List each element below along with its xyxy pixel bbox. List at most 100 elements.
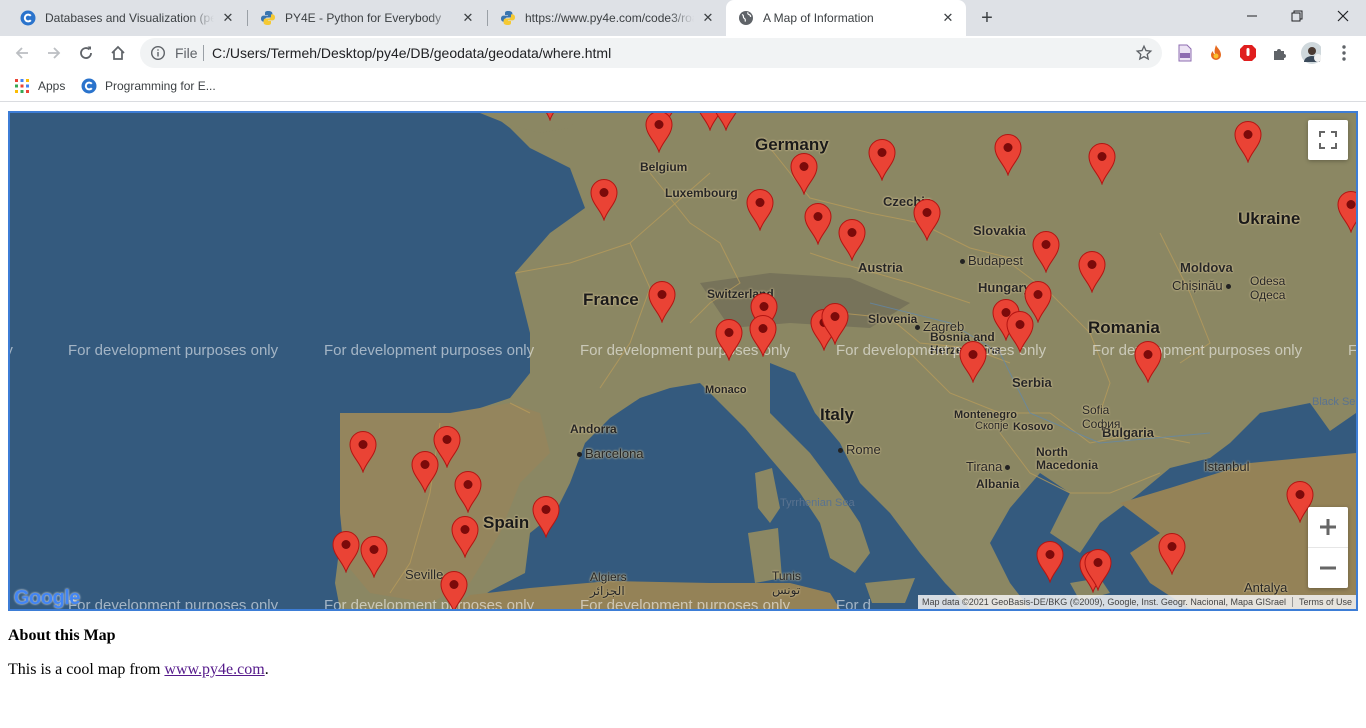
map-marker[interactable] [868,139,896,182]
fire-extension-icon[interactable] [1206,43,1226,63]
map-marker[interactable] [1032,231,1060,274]
fullscreen-button[interactable] [1308,120,1348,160]
close-icon[interactable]: ✕ [460,10,476,26]
map-marker[interactable] [1337,191,1356,234]
map-marker[interactable] [1234,121,1262,164]
label-tunis: Tunis تونس [772,569,801,597]
map-marker[interactable] [712,113,740,132]
zoom-in-button[interactable] [1308,508,1348,548]
label-rome: Rome [838,442,881,457]
close-icon[interactable]: ✕ [940,10,956,26]
close-icon[interactable]: ✕ [700,10,716,26]
google-logo[interactable]: Google [14,587,80,609]
map-marker[interactable] [451,516,479,559]
url-text[interactable]: C:/Users/Termeh/Desktop/py4e/DB/geodata/… [212,45,611,61]
bookmark-apps[interactable]: Apps [14,76,65,96]
map-marker[interactable] [360,536,388,579]
info-icon[interactable] [150,45,166,61]
close-window-icon[interactable] [1320,0,1366,32]
map-marker[interactable] [838,219,866,262]
puzzle-extensions-icon[interactable] [1270,43,1290,63]
map-marker[interactable] [590,179,618,222]
restore-icon[interactable] [1274,0,1320,32]
tab-py4e[interactable]: PY4E - Python for Everybody ✕ [248,0,486,36]
map-canvas[interactable]: Germany Ukraine France Italy Spain Roman… [8,111,1358,611]
label-belgium: Belgium [640,160,688,174]
tab-strip: Databases and Visualization (pee ✕ PY4E … [0,0,1366,36]
tab-roadmap[interactable]: https://www.py4e.com/code3/roa ✕ [488,0,726,36]
map-marker[interactable] [1084,549,1112,592]
minus-icon [1320,566,1336,569]
minimize-icon[interactable] [1229,0,1275,32]
terms-link[interactable]: Terms of Use [1299,597,1352,607]
map-marker[interactable] [749,315,777,358]
pdf-extension-icon[interactable] [1175,43,1195,63]
map-marker[interactable] [1006,311,1034,354]
divider [203,45,204,61]
map-marker[interactable] [532,496,560,539]
toolbar: File C:/Users/Termeh/Desktop/py4e/DB/geo… [0,36,1366,70]
bookmark-programming[interactable]: Programming for E... [81,76,216,96]
map-marker[interactable] [536,113,564,122]
map-marker[interactable] [1158,533,1186,576]
map-marker[interactable] [959,341,987,384]
label-serbia: Serbia [1012,375,1052,390]
map-marker[interactable] [440,571,468,609]
map-marker[interactable] [821,303,849,346]
map-marker[interactable] [411,451,439,494]
map-marker[interactable] [648,281,676,324]
map-marker[interactable] [454,471,482,514]
bookmark-label: Programming for E... [105,79,216,93]
label-algiers: Algiers الجزائر [590,570,627,598]
bookmark-star-icon[interactable] [1134,43,1154,63]
forward-icon[interactable] [40,39,68,67]
map-marker[interactable] [804,203,832,246]
label-slovenia: Slovenia [868,312,918,326]
avatar[interactable] [1301,42,1321,64]
python-icon [500,10,516,26]
label-luxembourg: Luxembourg [665,186,738,200]
close-icon[interactable]: ✕ [220,10,236,26]
label-barcelona: Barcelona [577,446,644,461]
map-marker[interactable] [913,199,941,242]
label-austria: Austria [858,260,903,275]
map-marker[interactable] [790,153,818,196]
label-tirana: Tirana [966,459,1013,474]
map-marker[interactable] [645,113,673,154]
menu-kebab-icon[interactable] [1334,43,1354,63]
py4e-link[interactable]: www.py4e.com [164,661,264,678]
new-tab-button[interactable]: + [975,6,999,30]
map-marker[interactable] [994,134,1022,177]
map-marker[interactable] [1134,341,1162,384]
map-marker[interactable] [1078,251,1106,294]
tab-databases[interactable]: Databases and Visualization (pee ✕ [8,0,246,36]
label-north-macedonia: North Macedonia [1036,445,1099,472]
city-dot [838,448,843,454]
back-icon[interactable] [8,39,36,67]
home-icon[interactable] [104,39,132,67]
label-tyrrhenian-sea: Tyrrhenian Sea [780,497,855,509]
map-marker[interactable] [715,319,743,362]
label-moldova: Moldova [1180,260,1233,275]
tab-map-of-information[interactable]: A Map of Information ✕ [726,0,966,36]
bookmarks-bar: Apps Programming for E... [0,70,1366,102]
label-hungary: Hungary [978,280,1031,295]
map-marker[interactable] [332,531,360,574]
map-marker[interactable] [746,189,774,232]
map-marker[interactable] [1088,143,1116,186]
map-marker[interactable] [1036,541,1064,584]
label-andorra: Andorra [570,422,617,436]
label-budapest: Budapest [960,253,1023,268]
zoom-out-button[interactable] [1308,548,1348,588]
adblock-extension-icon[interactable] [1238,43,1258,63]
tab-title: Databases and Visualization (pee [45,11,214,25]
map-marker[interactable] [349,431,377,474]
label-ukraine: Ukraine [1238,209,1301,228]
city-dot [1225,284,1231,290]
address-bar[interactable]: File C:/Users/Termeh/Desktop/py4e/DB/geo… [140,38,1162,68]
reload-icon[interactable] [72,39,100,67]
label-black-sea: Black Se [1312,396,1356,408]
city-dot [915,325,920,331]
about-heading: About this Map [8,627,116,644]
watermark: ly [10,342,13,359]
